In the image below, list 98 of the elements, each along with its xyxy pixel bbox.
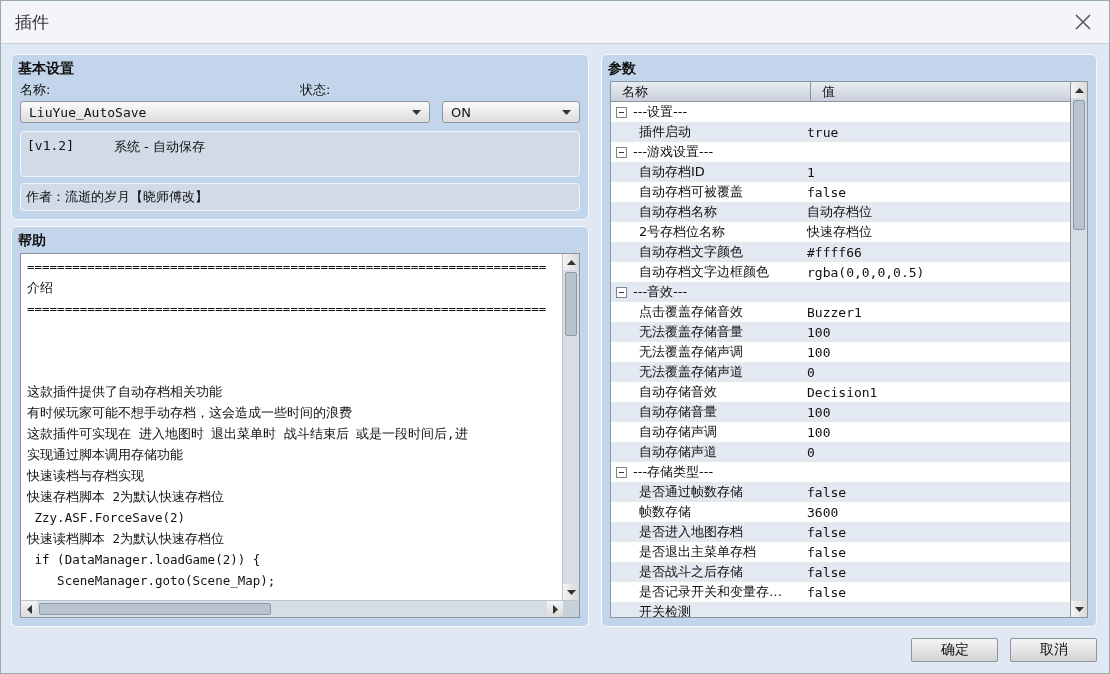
scrollbar-thumb[interactable]	[565, 272, 577, 336]
parameter-name[interactable]: 是否通过帧数存储	[611, 483, 795, 501]
scrollbar-corner	[563, 601, 579, 617]
parameter-name[interactable]: 无法覆盖存储声道	[611, 363, 795, 381]
expander-icon[interactable]	[616, 286, 627, 298]
help-text-line: 介绍	[27, 279, 53, 297]
group-name: ---游戏设置---	[633, 143, 714, 161]
parameter-value[interactable]: 100	[795, 344, 831, 360]
scrollbar-thumb[interactable]	[39, 603, 271, 615]
parameter-name[interactable]: 点击覆盖存储音效	[611, 303, 795, 321]
parameter-name[interactable]: 自动存储音量	[611, 403, 795, 421]
window-title: 插件	[15, 10, 49, 34]
plugin-name-dropdown[interactable]: LiuYue_AutoSave	[20, 101, 430, 123]
tree-group-row[interactable]: ---设置---	[611, 103, 688, 121]
group-name: ---存储类型---	[633, 463, 714, 481]
parameter-value[interactable]: false	[795, 484, 847, 500]
expander-icon[interactable]	[616, 106, 627, 118]
parameter-name[interactable]: 2号存档位名称	[611, 223, 795, 241]
parameter-name[interactable]: 自动存档ID	[611, 163, 795, 181]
help-text-line: 快速读档脚本 2为默认快速存档位	[27, 530, 225, 548]
expander-icon[interactable]	[616, 466, 627, 478]
parameter-value[interactable]: Buzzer1	[795, 304, 862, 320]
help-text-line: 这款插件可实现在 进入地图时 退出菜单时 战斗结束后 或是一段时间后,进	[27, 425, 468, 443]
scrollbar-thumb[interactable]	[1073, 100, 1085, 230]
help-text-line: =====================================================================	[27, 258, 547, 276]
parameter-value[interactable]: 快速存档位	[795, 223, 872, 241]
parameter-name[interactable]: 自动存储音效	[611, 383, 795, 401]
version-text: [v1.2]	[27, 138, 74, 153]
help-text-line: 快速读档与存档实现	[27, 467, 144, 485]
help-text-line: =====================================================================	[27, 300, 547, 318]
description-text: 系统 - 自动保存	[113, 138, 205, 156]
parameter-name[interactable]: 自动存档文字颜色	[611, 243, 795, 261]
tree-group-row[interactable]: ---存储类型---	[611, 463, 714, 481]
parameter-value[interactable]: false	[795, 584, 847, 600]
parameter-value[interactable]: Decision1	[795, 384, 878, 400]
help-text-line: 实现通过脚本调用存储功能	[27, 446, 183, 464]
help-text-line: 有时候玩家可能不想手动存档，这会造成一些时间的浪费	[27, 404, 352, 422]
vertical-scrollbar[interactable]	[1070, 82, 1087, 617]
help-text-line: 快速存档脚本 2为默认快速存档位	[27, 488, 225, 506]
parameter-value[interactable]: rgba(0,0,0,0.5)	[795, 264, 925, 280]
cancel-button[interactable]: 取消	[1010, 638, 1097, 662]
left-arrow-icon	[26, 604, 32, 614]
up-arrow-icon	[566, 259, 576, 265]
parameter-name[interactable]: 插件启动	[611, 123, 795, 141]
caret-icon	[412, 109, 421, 115]
parameter-name[interactable]: 帧数存储	[611, 503, 795, 521]
field-label: 名称:	[20, 81, 52, 99]
parameter-value[interactable]: 3600	[795, 504, 839, 520]
parameter-name[interactable]: 是否进入地图存档	[611, 523, 795, 541]
ok-button[interactable]: 确定	[911, 638, 998, 662]
parameter-value[interactable]: false	[795, 544, 847, 560]
parameter-value[interactable]: 0	[795, 444, 815, 460]
vertical-scrollbar[interactable]	[562, 254, 579, 600]
parameter-value[interactable]: #ffff66	[795, 244, 862, 260]
parameter-name[interactable]: 自动存档文字边框颜色	[611, 263, 795, 281]
group-name: ---音效---	[633, 283, 688, 301]
parameter-value[interactable]: 100	[795, 424, 831, 440]
parameter-value[interactable]: 100	[795, 404, 831, 420]
help-text-line: SceneManager.goto(Scene_Map);	[56, 572, 276, 590]
parameter-name[interactable]: 是否战斗之后存储	[611, 563, 795, 581]
parameter-name[interactable]: 自动存储声调	[611, 423, 795, 441]
parameter-name[interactable]: 自动存档名称	[611, 203, 795, 221]
parameter-name[interactable]: 无法覆盖存储声调	[611, 343, 795, 361]
parameter-value[interactable]: 100	[795, 324, 831, 340]
author-text: 作者：流逝的岁月【晓师傅改】	[26, 189, 208, 204]
panel-title: 帮助	[18, 232, 47, 250]
expander-icon[interactable]	[616, 146, 627, 158]
status-dropdown[interactable]: ON	[442, 101, 580, 123]
help-text-line: if (DataManager.loadGame(2)) {	[33, 551, 261, 569]
field-label: 状态:	[300, 81, 332, 99]
down-arrow-icon	[566, 589, 576, 595]
parameter-value[interactable]: 自动存档位	[795, 203, 872, 221]
parameter-name[interactable]: 是否记录开关和变量存…	[611, 583, 795, 601]
parameter-value[interactable]: 1	[795, 164, 815, 180]
parameter-name[interactable]: 无法覆盖存储音量	[611, 323, 795, 341]
down-arrow-icon	[1074, 606, 1084, 612]
parameter-value[interactable]: false	[795, 524, 847, 540]
panel-title: 基本设置	[18, 60, 75, 78]
column-header[interactable]: 值	[811, 82, 835, 101]
tree-group-row[interactable]: ---游戏设置---	[611, 143, 714, 161]
close-icon[interactable]	[1075, 14, 1091, 30]
help-text-line: Zzy.ASF.ForceSave(2)	[33, 509, 186, 527]
tree-group-row[interactable]: ---音效---	[611, 283, 688, 301]
caret-icon	[562, 109, 571, 115]
right-arrow-icon	[552, 604, 558, 614]
parameter-name[interactable]: 是否退出主菜单存档	[611, 543, 795, 561]
up-arrow-icon	[1074, 87, 1084, 93]
parameter-name[interactable]: 自动存储声道	[611, 443, 795, 461]
parameter-value[interactable]: false	[795, 564, 847, 580]
parameter-value[interactable]: false	[795, 184, 847, 200]
parameter-name[interactable]: 自动存档可被覆盖	[611, 183, 795, 201]
panel-title: 参数	[608, 60, 637, 78]
parameter-value[interactable]: 0	[795, 364, 815, 380]
horizontal-scrollbar[interactable]	[21, 600, 579, 617]
group-name: ---设置---	[633, 103, 688, 121]
parameter-value[interactable]: true	[795, 124, 839, 140]
help-text-line: 这款插件提供了自动存档相关功能	[27, 383, 222, 401]
column-header[interactable]: 名称	[611, 82, 811, 101]
